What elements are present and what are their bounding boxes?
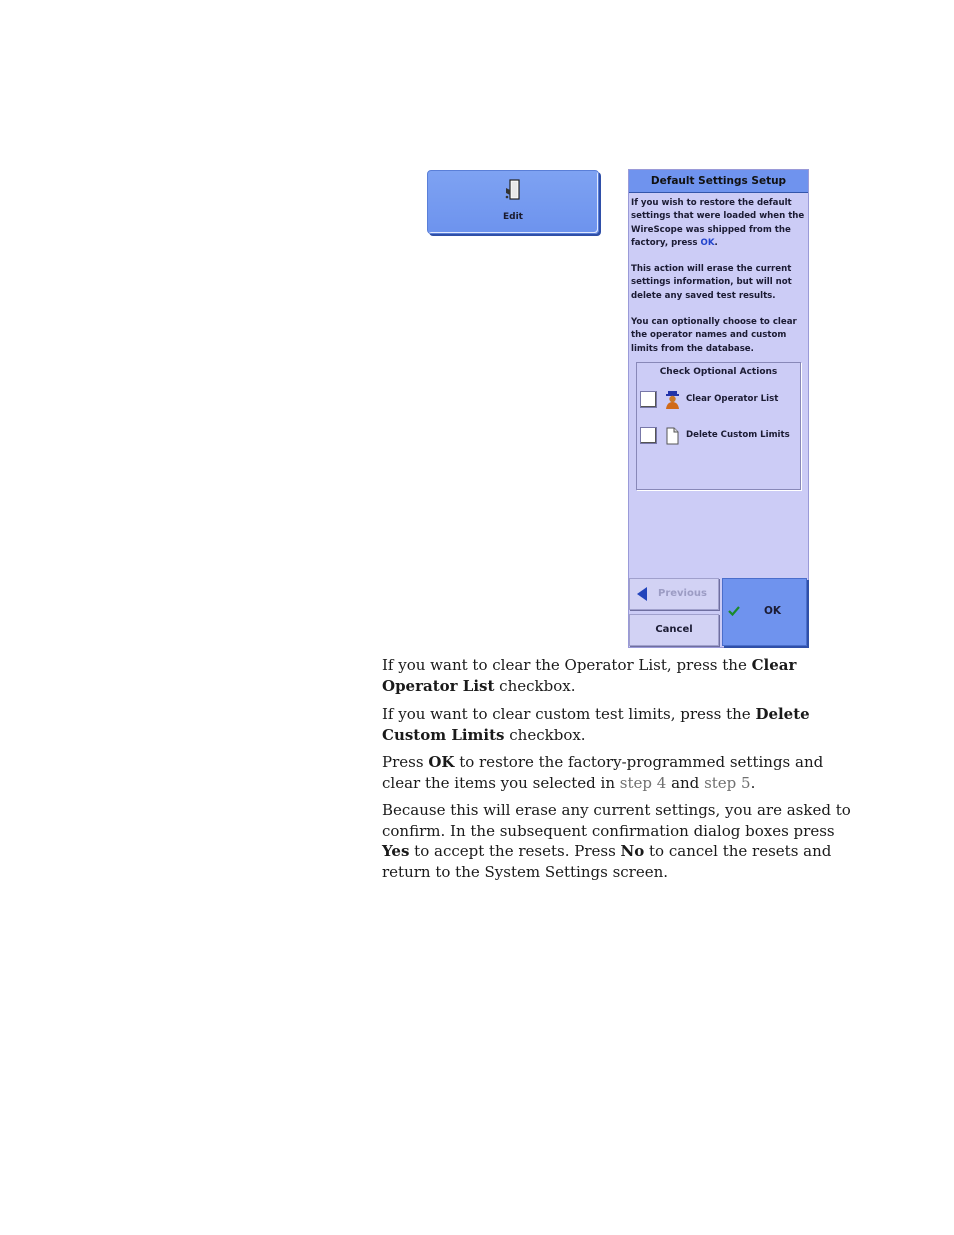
previous-button-label: Previous [658, 588, 707, 599]
instruction-confirm: Because this will erase any current sett… [382, 800, 852, 882]
cancel-button[interactable]: Cancel [629, 614, 719, 646]
p1-text-c: checkbox. [494, 676, 576, 695]
step-5-link[interactable]: step 5 [704, 774, 751, 792]
intro-text-b: . [714, 238, 718, 249]
instruction-delete-limits: If you want to clear custom test limits,… [382, 704, 852, 745]
p3-text-e: . [750, 773, 756, 792]
step-4-link[interactable]: step 4 [620, 774, 667, 792]
p3-text-d: and [666, 773, 705, 792]
instruction-clear-operator: If you want to clear the Operator List, … [382, 655, 852, 696]
clear-operator-list-label: Clear Operator List [686, 394, 779, 404]
p3-bold: OK [428, 753, 455, 771]
delete-custom-limits-checkbox[interactable] [640, 427, 657, 444]
document-icon [666, 427, 679, 445]
optional-actions-group: Check Optional Actions Clear Operator Li… [636, 362, 801, 490]
edit-button-label: Edit [503, 212, 523, 222]
clear-operator-list-checkbox[interactable] [640, 391, 657, 408]
edit-button[interactable]: Edit [427, 170, 599, 234]
p4-text-c: to accept the resets. Press [409, 842, 621, 860]
ok-button[interactable]: OK [722, 578, 807, 646]
dialog-optional-text: You can optionally choose to clear the o… [631, 317, 797, 354]
dialog-title: Default Settings Setup [629, 170, 808, 193]
p4-text-a: Because this will erase any current sett… [382, 801, 851, 840]
optional-actions-title: Check Optional Actions [659, 367, 778, 377]
p4-bold-no: No [620, 842, 645, 860]
operator-person-icon [666, 391, 679, 409]
default-settings-dialog: Default Settings Setup If you wish to re… [628, 169, 809, 648]
intro-ok-ref: OK [700, 238, 715, 249]
ok-button-label: OK [763, 605, 782, 617]
p1-text-a: If you want to clear the Operator List, … [382, 656, 752, 674]
p2-text-a: If you want to clear custom test limits,… [382, 705, 756, 723]
p2-text-c: checkbox. [504, 725, 586, 744]
p3-text-a: Press [382, 753, 429, 771]
instruction-press-ok: Press OK to restore the factory-programm… [382, 752, 852, 793]
previous-button[interactable]: Previous [629, 578, 719, 610]
dialog-warning-text: This action will erase the current setti… [631, 264, 792, 301]
back-arrow-icon [637, 587, 647, 601]
p4-bold-yes: Yes [382, 842, 410, 860]
edit-door-icon [505, 179, 520, 200]
delete-custom-limits-label: Delete Custom Limits [686, 430, 790, 440]
dialog-intro-text: If you wish to restore the default setti… [631, 197, 807, 251]
